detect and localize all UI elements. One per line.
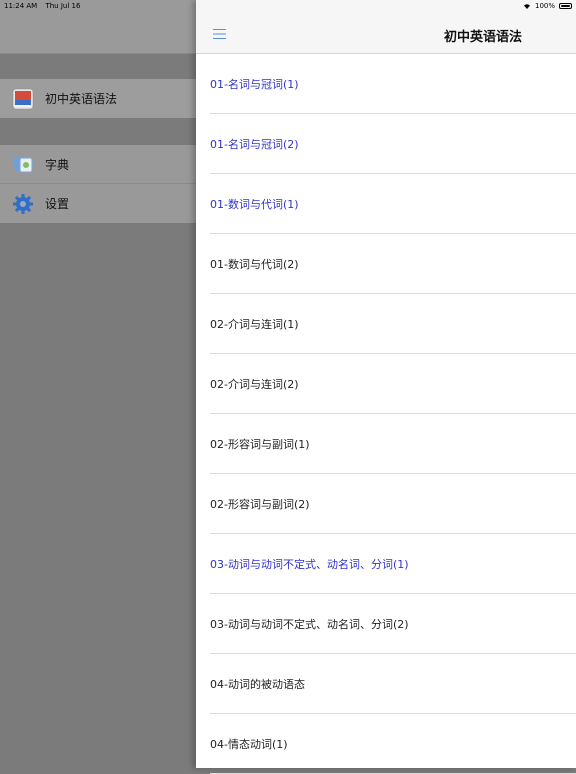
hamburger-icon[interactable] bbox=[213, 29, 226, 39]
list-item[interactable]: 02-形容词与副词(1) bbox=[210, 414, 576, 474]
list-item[interactable]: 01-数词与代词(1) bbox=[210, 174, 576, 234]
list-item[interactable]: 04-动词的被动语态 bbox=[210, 654, 576, 714]
app-book-icon bbox=[11, 87, 35, 111]
list-item[interactable]: 01-数词与代词(2) bbox=[210, 234, 576, 294]
dictionary-icon bbox=[11, 152, 35, 176]
sidebar-item-grammar[interactable]: 初中英语语法 bbox=[0, 79, 196, 118]
status-date: Thu Jul 16 bbox=[45, 2, 81, 10]
list-item-title: 02-介词与连词(1) bbox=[210, 317, 299, 331]
status-right: 100% bbox=[523, 2, 572, 10]
list-item[interactable]: 01-名词与冠词(1) bbox=[210, 54, 576, 114]
status-time: 11:24 AM bbox=[4, 2, 38, 10]
list-item[interactable]: 03-动词与动词不定式、动名词、分词(2) bbox=[210, 594, 576, 654]
status-bar: 11:24 AM Thu Jul 16 100% bbox=[0, 0, 576, 12]
list-item-title: 02-形容词与副词(1) bbox=[210, 437, 310, 451]
sidebar-item-label: 字典 bbox=[45, 157, 70, 172]
list-item-title: 04-动词的被动语态 bbox=[210, 677, 305, 691]
list-item[interactable]: 02-介词与连词(1) bbox=[210, 294, 576, 354]
list-item-title: 03-动词与动词不定式、动名词、分词(2) bbox=[210, 617, 409, 631]
list-item[interactable]: 03-动词与动词不定式、动名词、分词(1) bbox=[210, 534, 576, 594]
list-item[interactable]: 01-名词与冠词(2) bbox=[210, 114, 576, 174]
sidebar-item-settings[interactable]: 设置 bbox=[0, 184, 196, 223]
sidebar: 初中英语语法 字典 设置 bbox=[0, 0, 196, 768]
list-item[interactable]: 02-介词与连词(2) bbox=[210, 354, 576, 414]
list-item-title: 02-形容词与副词(2) bbox=[210, 497, 310, 511]
lesson-list: 01-名词与冠词(1) 01-名词与冠词(2) 01-数词与代词(1) 01-数词与代… bbox=[196, 54, 576, 774]
battery-icon bbox=[559, 3, 572, 9]
list-item-title: 02-介词与连词(2) bbox=[210, 377, 299, 391]
battery-percent: 100% bbox=[534, 2, 555, 10]
list-item-title: 01-数词与代词(2) bbox=[210, 257, 299, 271]
sidebar-item-label: 设置 bbox=[45, 197, 70, 211]
sidebar-item-dictionary[interactable]: 字典 bbox=[0, 145, 196, 184]
list-item-title: 01-名词与冠词(1) bbox=[210, 77, 299, 91]
list-item-title: 01-数词与代词(1) bbox=[210, 197, 299, 211]
gear-icon bbox=[11, 192, 35, 216]
wifi-icon bbox=[523, 4, 530, 9]
sidebar-item-label: 初中英语语法 bbox=[45, 92, 118, 106]
main-panel: 初中英语语法 01-名词与冠词(1) 01-名词与冠词(2) 01-数词与代词(1)… bbox=[196, 0, 576, 774]
list-item[interactable]: 02-形容词与副词(2) bbox=[210, 474, 576, 534]
status-left: 11:24 AM Thu Jul 16 bbox=[4, 2, 86, 10]
page-title: 初中英语语法 bbox=[444, 30, 523, 45]
list-item-title: 03-动词与动词不定式、动名词、分词(1) bbox=[210, 557, 409, 571]
list-item-title: 01-名词与冠词(2) bbox=[210, 137, 299, 151]
list-item-title: 04-情态动词(1) bbox=[210, 737, 288, 751]
list-item[interactable]: 04-情态动词(1) bbox=[210, 714, 576, 774]
